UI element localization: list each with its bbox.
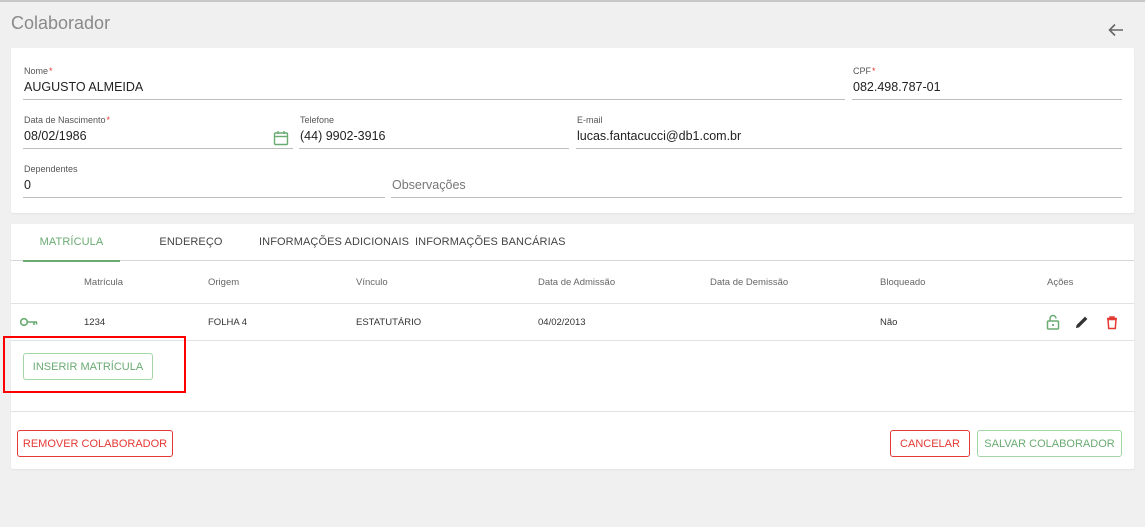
header-data-demissao: Data de Demissão (710, 277, 789, 288)
top-border (0, 0, 1145, 2)
tab-matricula-label: MATRÍCULA (39, 236, 104, 248)
lock-open-icon[interactable] (1045, 314, 1061, 330)
telefone-label: Telefone (300, 115, 335, 125)
cell-vinculo: ESTATUTÁRIO (356, 317, 422, 328)
pencil-icon[interactable] (1074, 314, 1090, 330)
cell-origem: FOLHA 4 (208, 317, 248, 328)
data-nascimento-label: Data de Nascimento (24, 115, 106, 125)
header-bloqueado: Bloqueado (880, 277, 926, 288)
calendar-icon[interactable] (273, 130, 289, 146)
cpf-field: CPF* (852, 66, 1122, 100)
tab-informacoes-adicionais-label: INFORMAÇÕES ADICIONAIS (259, 236, 410, 248)
header-matricula: Matrícula (84, 277, 124, 288)
cell-data-admissao: 04/02/2013 (538, 317, 586, 328)
observacoes-field (391, 164, 1122, 198)
telefone-field: Telefone (299, 115, 569, 149)
nome-field: Nome* (23, 66, 845, 100)
tab-informacoes-adicionais[interactable]: INFORMAÇÕES ADICIONAIS (259, 224, 409, 261)
data-nascimento-field: Data de Nascimento* (23, 115, 293, 149)
required-marker: * (872, 66, 876, 76)
header-vinculo: Vínculo (356, 277, 388, 288)
arrow-left-icon[interactable] (1107, 22, 1125, 38)
cell-bloqueado: Não (880, 317, 898, 328)
table-header: Matrícula Origem Vínculo Data de Admissã… (11, 261, 1134, 304)
tab-bar: MATRÍCULA ENDEREÇO INFORMAÇÕES ADICIONAI… (11, 224, 1134, 262)
tab-endereco-label: ENDEREÇO (159, 236, 223, 248)
cpf-input[interactable] (852, 78, 1122, 100)
dependentes-input[interactable] (23, 176, 385, 198)
dependentes-label: Dependentes (24, 164, 78, 174)
header-origem: Origem (208, 277, 240, 288)
trash-icon[interactable] (1104, 314, 1120, 330)
required-marker: * (106, 115, 111, 125)
email-input[interactable] (576, 127, 1122, 149)
data-nascimento-input[interactable] (23, 127, 293, 149)
remover-colaborador-button[interactable]: REMOVER COLABORADOR (17, 430, 173, 457)
cpf-label: CPF (853, 66, 871, 76)
email-label: E-mail (577, 115, 603, 125)
tab-endereco[interactable]: ENDEREÇO (150, 224, 232, 261)
nome-input[interactable] (23, 78, 845, 100)
tab-matricula[interactable]: MATRÍCULA (23, 224, 120, 262)
header-acoes: Ações (1047, 277, 1074, 288)
key-icon (19, 317, 38, 327)
telefone-input[interactable] (299, 127, 569, 149)
cell-matricula: 1234 (84, 317, 106, 328)
email-field: E-mail (576, 115, 1122, 149)
header-data-admissao: Data de Admissão (538, 277, 616, 288)
annotation-highlight-box (3, 336, 186, 393)
cancelar-button[interactable]: CANCELAR (890, 430, 970, 457)
observacoes-input[interactable] (391, 176, 1122, 198)
tab-informacoes-bancarias-label: INFORMAÇÕES BANCÁRIAS (415, 236, 566, 248)
footer-divider (11, 411, 1134, 412)
employee-form-card: Nome* CPF* Data de Nascimento* Telefone … (11, 48, 1134, 213)
tab-informacoes-bancarias[interactable]: INFORMAÇÕES BANCÁRIAS (415, 224, 566, 261)
page-title: Colaborador (11, 13, 111, 33)
required-marker: * (49, 66, 53, 76)
salvar-colaborador-button[interactable]: SALVAR COLABORADOR (977, 430, 1122, 457)
nome-label: Nome (24, 66, 49, 76)
dependentes-field: Dependentes (23, 164, 385, 198)
